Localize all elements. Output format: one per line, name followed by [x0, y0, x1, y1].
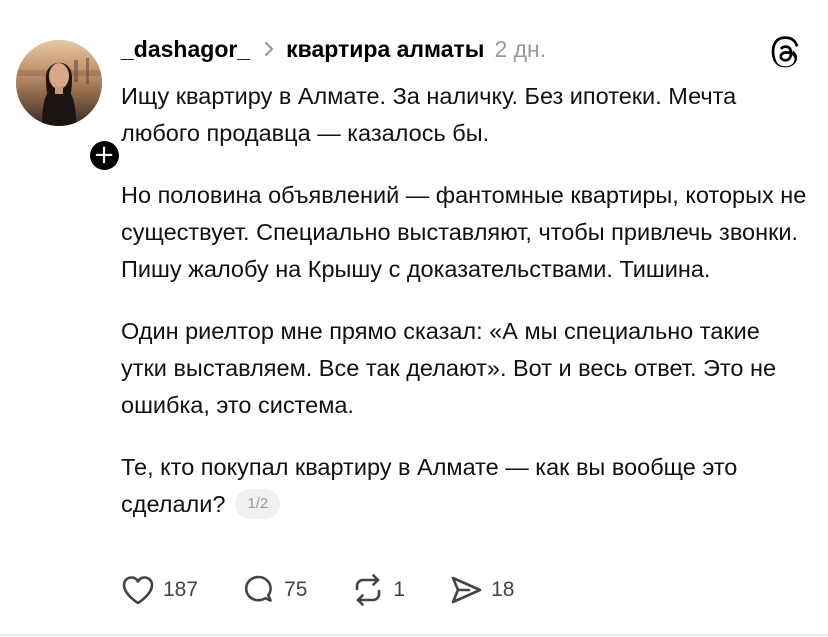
- repost-button[interactable]: 1: [351, 574, 405, 606]
- comment-count: 75: [284, 578, 308, 601]
- post-paragraph-last: Те, кто покупал квартиру в Алмате — как …: [121, 449, 811, 523]
- post-body: Ищу квартиру в Алмате. За наличку. Без и…: [121, 78, 811, 548]
- username-link[interactable]: _dashagor_: [121, 36, 250, 63]
- plus-icon: +: [89, 140, 119, 170]
- post-paragraph: Но половина объявлений — фантомные кварт…: [121, 182, 807, 282]
- post-paragraph-text: Те, кто покупал квартиру в Алмате — как …: [121, 454, 738, 517]
- like-count: 187: [163, 578, 199, 601]
- thread-post: + _dashagor_ квартира алматы 2 дн. Ищу к…: [0, 0, 828, 637]
- share-button[interactable]: 18: [449, 574, 514, 606]
- topic-link[interactable]: квартира алматы: [286, 36, 484, 63]
- follow-button[interactable]: +: [86, 137, 122, 173]
- share-send-icon: [449, 574, 483, 606]
- post-paragraph: Ищу квартиру в Алмате. За наличку. Без и…: [121, 83, 737, 146]
- post-actions: 187 75 1 18: [121, 573, 558, 607]
- repost-count: 1: [393, 578, 406, 601]
- post-timestamp: 2 дн.: [494, 35, 547, 62]
- share-count: 18: [491, 578, 515, 601]
- heart-icon: [121, 574, 155, 606]
- avatar-container[interactable]: +: [16, 40, 122, 173]
- like-button[interactable]: 187: [121, 574, 198, 606]
- page-indicator: 1/2: [235, 488, 281, 519]
- post-paragraph: Один риелтор мне прямо сказал: «А мы спе…: [121, 318, 777, 418]
- threads-logo-icon[interactable]: [770, 36, 802, 68]
- post-header: _dashagor_ квартира алматы 2 дн.: [121, 34, 546, 64]
- chevron-right-icon: [264, 41, 274, 57]
- comment-bubble-icon: [242, 574, 276, 606]
- repost-icon: [351, 574, 385, 606]
- avatar[interactable]: [16, 40, 102, 126]
- comment-button[interactable]: 75: [242, 574, 307, 606]
- divider: [0, 634, 828, 636]
